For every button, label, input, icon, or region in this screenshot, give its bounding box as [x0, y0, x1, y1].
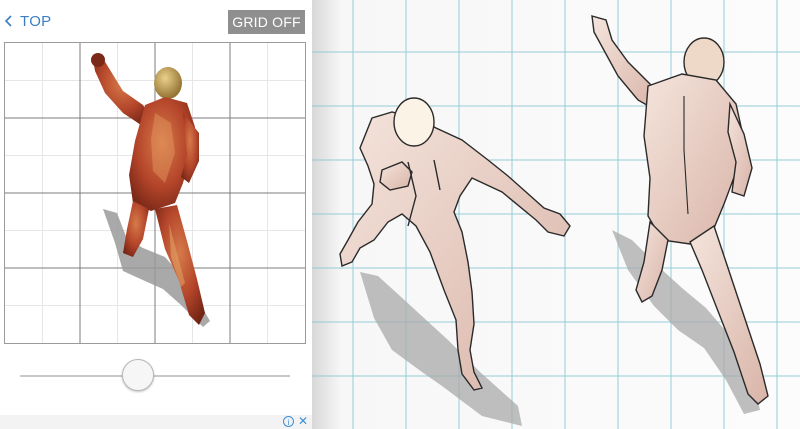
sketch-canvas [312, 0, 800, 429]
ad-banner[interactable]: i ✕ [0, 415, 312, 429]
pose-app-panel: TOP GRID OFF i ✕ [0, 0, 312, 429]
close-icon[interactable]: ✕ [297, 415, 309, 428]
top-bar: TOP GRID OFF [0, 0, 312, 42]
grid-toggle-button[interactable]: GRID OFF [228, 10, 305, 34]
sketch-reference-panel [312, 0, 800, 429]
model-viewport[interactable] [4, 42, 306, 344]
slider-track [20, 375, 290, 377]
viewport-canvas [5, 43, 305, 343]
chevron-left-icon [4, 15, 12, 27]
slider-thumb[interactable] [122, 359, 154, 391]
back-top-button[interactable]: TOP [4, 10, 51, 32]
info-icon[interactable]: i [283, 416, 294, 427]
rotation-slider[interactable] [20, 358, 290, 394]
back-button-label: TOP [20, 12, 52, 30]
muscle-figure [91, 53, 205, 325]
